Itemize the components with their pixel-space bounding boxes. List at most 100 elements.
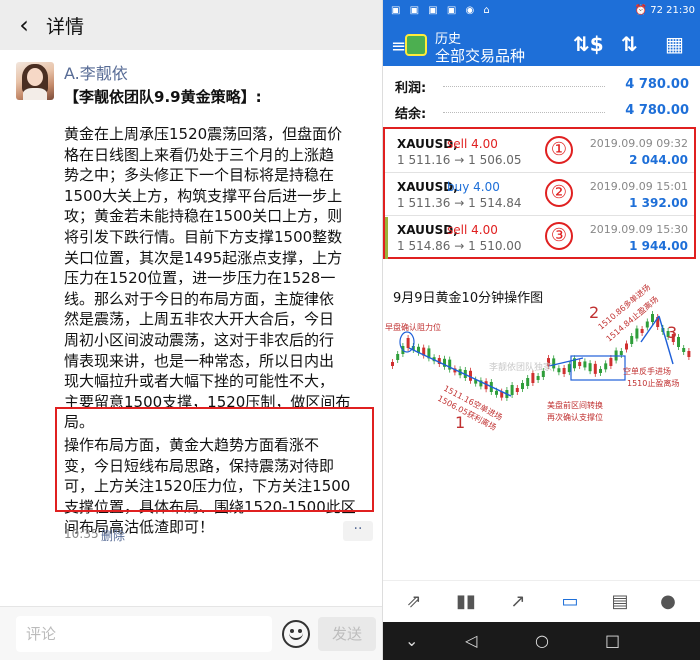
order-row[interactable]: XAUUSD, buy 4.00 1 511.36 → 1 514.84 ② 2… xyxy=(385,174,694,216)
chart-icon[interactable]: ▮▮ xyxy=(453,591,479,613)
history-icon[interactable]: ▭ xyxy=(557,591,583,613)
candle-body xyxy=(599,368,602,373)
more-button[interactable]: ·· xyxy=(343,521,373,541)
profit-label: 利润: xyxy=(395,81,427,96)
comment-input[interactable]: 评论 xyxy=(16,616,272,652)
candle-body xyxy=(557,368,561,373)
news-icon[interactable]: ▤ xyxy=(607,591,633,613)
status-icons: ▣ ▣ ▣ ▣ ◉ ⌂ xyxy=(391,5,493,16)
avatar[interactable] xyxy=(16,62,54,100)
gold-10min-chart: 9月9日黄金10分钟操作图 早盘确认阻力位 1511.16空单进场 1506.0… xyxy=(383,278,700,456)
candle-body xyxy=(526,378,530,386)
nav-back-icon[interactable]: ◁ xyxy=(465,631,477,650)
post-body-line: 格在日线图上来看仍处于三个月的上涨趋 xyxy=(64,145,335,164)
post-body-line: 势之中；多头修正下一个目标将是持稳在 xyxy=(64,166,335,185)
candle-body xyxy=(510,385,514,395)
highlight-box xyxy=(55,407,374,512)
post-body-line: 情表现来讲，也是一种常态，所以日内出 xyxy=(64,351,335,370)
order-marker: ② xyxy=(545,179,573,207)
order-date: 2019.09.09 15:30 xyxy=(589,223,688,236)
candle-body xyxy=(645,321,649,328)
post-body-line: 黄金在上周承压1520震荡回落，但盘面价 xyxy=(64,125,343,143)
order-row[interactable]: XAUUSD, sell 4.00 1 511.16 → 1 506.05 ① … xyxy=(385,131,694,173)
candle-body xyxy=(640,329,644,333)
sort-icon[interactable]: ⇅ xyxy=(621,32,638,56)
order-marker: ③ xyxy=(545,222,573,250)
candle-body xyxy=(677,337,680,347)
smiley-icon[interactable] xyxy=(282,620,310,648)
candle-body xyxy=(562,367,566,374)
bottom-nav: ⇗ ▮▮ ↗ ▭ ▤ ● xyxy=(383,580,700,622)
nav-down-icon[interactable]: ⌄ xyxy=(405,631,418,650)
summary-row-balance: 结余: 4 780.00 xyxy=(383,98,700,124)
candle-body xyxy=(651,314,654,322)
candle-body xyxy=(635,328,639,339)
candle-body xyxy=(619,351,623,355)
trade-icon[interactable]: ↗ xyxy=(505,591,531,613)
order-profit: 2 044.00 xyxy=(629,153,688,167)
menu-icon[interactable]: ≡ xyxy=(391,36,406,57)
order-profit: 1 944.00 xyxy=(629,239,688,253)
header-title[interactable]: 全部交易品种 xyxy=(435,45,525,66)
candle-body xyxy=(593,363,597,374)
post-body-line: 周初小区间波动震荡，这对于非农后的行 xyxy=(64,330,335,349)
candle-body xyxy=(588,363,592,372)
candle-body xyxy=(391,362,394,366)
balance-value: 4 780.00 xyxy=(625,103,689,118)
post-body-line: 将引发下跌行情。目前下方支撑1500整数 xyxy=(64,227,343,246)
post-time: 10:35 xyxy=(64,527,99,541)
quotes-icon[interactable]: ⇗ xyxy=(401,591,427,613)
post-title: 【李靓依团队9.9黄金策略】: xyxy=(64,88,262,106)
candle-body xyxy=(567,364,571,373)
candle-body xyxy=(625,343,628,350)
delete-link[interactable]: 删除 xyxy=(101,527,125,544)
post-body-line: 压力在1520位置，进一步压力在1528一 xyxy=(64,269,336,288)
post-body-line: 1500大关上方，构筑支撑平台后进一步上 xyxy=(64,186,343,205)
candle-body xyxy=(630,336,634,344)
watermark: 李靓依团队独家 xyxy=(489,361,552,373)
annotation-range-2: 再次确认支撑位 xyxy=(547,412,603,422)
order-row[interactable]: XAUUSD, sell 4.00 1 514.86 → 1 510.00 ③ … xyxy=(385,217,694,259)
chart-title: 9月9日黄金10分钟操作图 xyxy=(393,290,543,306)
calendar-icon[interactable]: ▦ xyxy=(665,32,684,56)
comment-bar: 评论 发送 xyxy=(0,606,382,660)
nav-recent-icon[interactable]: □ xyxy=(605,631,620,650)
annotation-num-2: 2 xyxy=(589,303,599,322)
post-body-line: 攻；黄金若未能持稳在1500关口上方，则 xyxy=(64,207,343,226)
annotation-range-1: 美盘前区间转换 xyxy=(547,400,603,410)
post-body-line: 线。那么对于今日的布局方面，主旋律依 xyxy=(64,289,335,308)
top-bar: ‹ 详情 xyxy=(0,0,382,50)
send-button[interactable]: 发送 xyxy=(318,617,376,651)
page-title: 详情 xyxy=(46,15,85,38)
candle-body xyxy=(687,351,691,357)
order-prices: 1 511.16 → 1 506.05 xyxy=(397,153,522,167)
candle-body xyxy=(531,373,535,383)
order-date: 2019.09.09 09:32 xyxy=(589,137,688,150)
candle-body xyxy=(396,354,400,360)
summary: 利润: 4 780.00 结余: 4 780.00 xyxy=(383,72,700,124)
author-name[interactable]: A.李靓依 xyxy=(64,60,128,84)
post-body-line: 关口位置，其次是1495起涨点支撑，上方 xyxy=(64,248,343,267)
status-bar: ▣ ▣ ▣ ▣ ◉ ⌂ ⏰ 72 21:30 xyxy=(383,0,700,24)
post-body-line: 然是震荡，上周五非农大开大合后，今日 xyxy=(64,310,335,329)
order-side: sell 4.00 xyxy=(447,137,498,151)
order-side: buy 4.00 xyxy=(447,180,500,194)
candle-body xyxy=(583,361,587,368)
candle-body xyxy=(578,362,582,367)
app-header: ≡ 历史 全部交易品种 ⇅$ ⇅ ▦ xyxy=(383,24,700,66)
annotation-num-3: 3 xyxy=(667,323,677,342)
currency-swap-icon[interactable]: ⇅$ xyxy=(573,32,604,56)
summary-row-profit: 利润: 4 780.00 xyxy=(383,72,700,98)
candle-body xyxy=(536,376,540,380)
chat-icon[interactable]: ● xyxy=(655,591,681,613)
candle-body xyxy=(609,358,613,366)
candle-body xyxy=(515,388,519,392)
nav-home-icon[interactable]: ○ xyxy=(535,631,549,650)
post-body-line: 现大幅拉升或者大幅下挫的可能性不大， xyxy=(64,372,335,391)
candle-body xyxy=(521,383,524,389)
candle-body xyxy=(495,390,498,395)
chevron-left-icon[interactable]: ‹ xyxy=(12,11,36,39)
order-side: sell 4.00 xyxy=(447,223,498,237)
order-profit: 1 392.00 xyxy=(629,196,688,210)
annotation-short-exit: 1510止盈离场 xyxy=(627,378,679,388)
